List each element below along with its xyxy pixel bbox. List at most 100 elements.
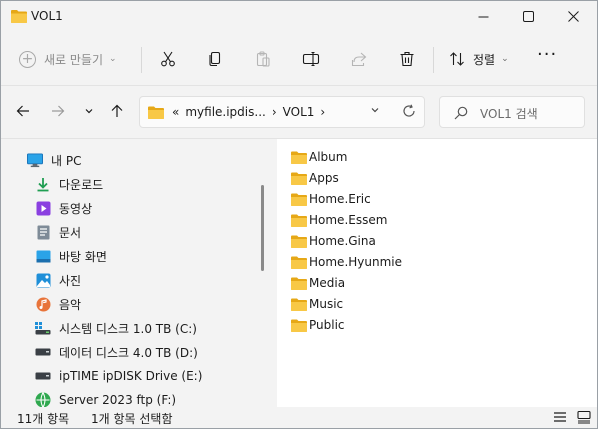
sidebar-item-label: Server 2023 ftp (F:) (59, 393, 177, 407)
folder-icon (291, 214, 307, 227)
copy-button[interactable] (203, 47, 227, 71)
folder-icon (11, 10, 27, 23)
file-name: Music (309, 297, 344, 311)
new-button-label: 새로 만들기 (44, 52, 104, 67)
sort-button[interactable]: 정렬 ⌄ (449, 47, 509, 71)
pc-icon (27, 152, 43, 168)
list-item[interactable]: Media (291, 273, 345, 293)
address-history-dropdown[interactable] (370, 105, 380, 118)
refresh-icon (403, 104, 415, 117)
close-button[interactable] (551, 1, 595, 31)
folder-icon (148, 106, 164, 119)
breadcrumb-separator[interactable]: › (320, 105, 325, 119)
more-options-button[interactable]: ··· (537, 46, 557, 64)
breadcrumb-overflow[interactable]: « (172, 105, 179, 119)
window-title: VOL1 (31, 9, 63, 23)
list-item[interactable]: Home.Gina (291, 231, 376, 251)
breadcrumb-item-vol1[interactable]: VOL1 (283, 105, 315, 119)
document-icon (35, 224, 51, 240)
details-view-icon (554, 412, 566, 422)
paste-button[interactable] (251, 47, 275, 71)
search-box[interactable]: VOL1 검색 (439, 96, 585, 128)
status-bar: 11개 항목 1개 항목 선택함 (1, 407, 597, 428)
list-item[interactable]: Home.Hyunmie (291, 252, 402, 272)
music-icon (35, 296, 51, 312)
sidebar-item-desktop[interactable]: 바탕 화면 (35, 245, 107, 267)
breadcrumb-item-server[interactable]: myfile.ipdis... (185, 105, 265, 119)
recent-locations-button[interactable] (79, 101, 99, 121)
tiles-view-button[interactable] (577, 410, 591, 427)
pictures-icon (35, 272, 51, 288)
folder-icon (291, 193, 307, 206)
back-button[interactable] (13, 101, 33, 121)
sidebar-item-this-pc[interactable]: 내 PC (27, 149, 81, 171)
delete-icon (400, 51, 414, 67)
share-icon (351, 52, 367, 67)
refresh-button[interactable] (402, 104, 416, 121)
file-name: Album (309, 150, 348, 164)
navigation-scrollbar[interactable] (261, 185, 264, 271)
share-button[interactable] (347, 47, 371, 71)
sidebar-item-network-drive[interactable]: ipTIME ipDISK Drive (E:) (35, 365, 202, 387)
delete-button[interactable] (395, 47, 419, 71)
file-name: Home.Eric (309, 192, 371, 206)
plus-icon: + (19, 50, 36, 68)
list-item[interactable]: Public (291, 315, 345, 335)
selection-count: 1개 항목 선택함 (91, 412, 173, 426)
sort-icon (450, 52, 464, 66)
sidebar-item-label: 시스템 디스크 1.0 TB (C:) (59, 321, 197, 336)
sidebar-item-label: 바탕 화면 (59, 249, 107, 264)
sidebar-item-music[interactable]: 음악 (35, 293, 81, 315)
folder-icon (291, 319, 307, 332)
sort-label: 정렬 (473, 52, 496, 67)
sidebar-item-data-drive[interactable]: 데이터 디스크 4.0 TB (D:) (35, 341, 198, 363)
toolbar-divider (141, 47, 142, 73)
list-item[interactable]: Apps (291, 168, 339, 188)
system-drive-icon (35, 320, 51, 336)
download-icon (35, 176, 51, 192)
chevron-down-icon: ⌄ (109, 54, 117, 64)
sidebar-item-pictures[interactable]: 사진 (35, 269, 81, 291)
file-explorer-window: VOL1 + 새로 만들기 ⌄ 정렬 ⌄ ··· « myfile.ipdis.… (0, 0, 598, 429)
list-item[interactable]: Music (291, 294, 343, 314)
sidebar-item-label: 다운로드 (59, 177, 104, 192)
details-view-button[interactable] (553, 410, 567, 427)
chevron-down-icon: ⌄ (501, 54, 509, 64)
sidebar-item-label: 사진 (59, 273, 82, 288)
maximize-button[interactable] (506, 1, 550, 31)
cut-button[interactable] (156, 47, 180, 71)
video-icon (35, 200, 51, 216)
sidebar-item-system-drive[interactable]: 시스템 디스크 1.0 TB (C:) (35, 317, 197, 339)
arrow-right-icon (52, 105, 65, 117)
file-name: Apps (309, 171, 339, 185)
folder-icon (291, 256, 307, 269)
desktop-icon (35, 248, 51, 264)
sidebar-item-videos[interactable]: 동영상 (35, 197, 92, 219)
list-item[interactable]: Home.Essem (291, 210, 387, 230)
sidebar-item-label: 내 PC (51, 153, 82, 168)
file-name: Home.Gina (309, 234, 376, 248)
search-icon (454, 106, 468, 120)
folder-icon (291, 277, 307, 290)
forward-button[interactable] (48, 101, 68, 121)
rename-button[interactable] (299, 47, 323, 71)
tiles-view-icon (577, 410, 591, 424)
address-bar[interactable]: « myfile.ipdis... › VOL1 › (139, 96, 425, 128)
sidebar-item-documents[interactable]: 문서 (35, 221, 81, 243)
new-button[interactable]: + 새로 만들기 ⌄ (19, 47, 117, 71)
minimize-button[interactable] (461, 1, 505, 31)
title-bar[interactable]: VOL1 (1, 1, 597, 33)
sidebar-item-label: 음악 (59, 297, 82, 312)
file-name: Home.Hyunmie (309, 255, 402, 269)
list-item[interactable]: Album (291, 147, 347, 167)
toolbar-divider (433, 47, 434, 73)
breadcrumb-separator[interactable]: › (272, 105, 277, 119)
chevron-down-icon (85, 109, 93, 114)
up-button[interactable] (107, 101, 127, 121)
list-item[interactable]: Home.Eric (291, 189, 371, 209)
file-name: Media (309, 276, 346, 290)
sidebar-item-downloads[interactable]: 다운로드 (35, 173, 103, 195)
folder-icon (291, 298, 307, 311)
command-bar: + 새로 만들기 ⌄ 정렬 ⌄ ··· (1, 35, 597, 83)
arrow-up-icon (111, 104, 123, 117)
